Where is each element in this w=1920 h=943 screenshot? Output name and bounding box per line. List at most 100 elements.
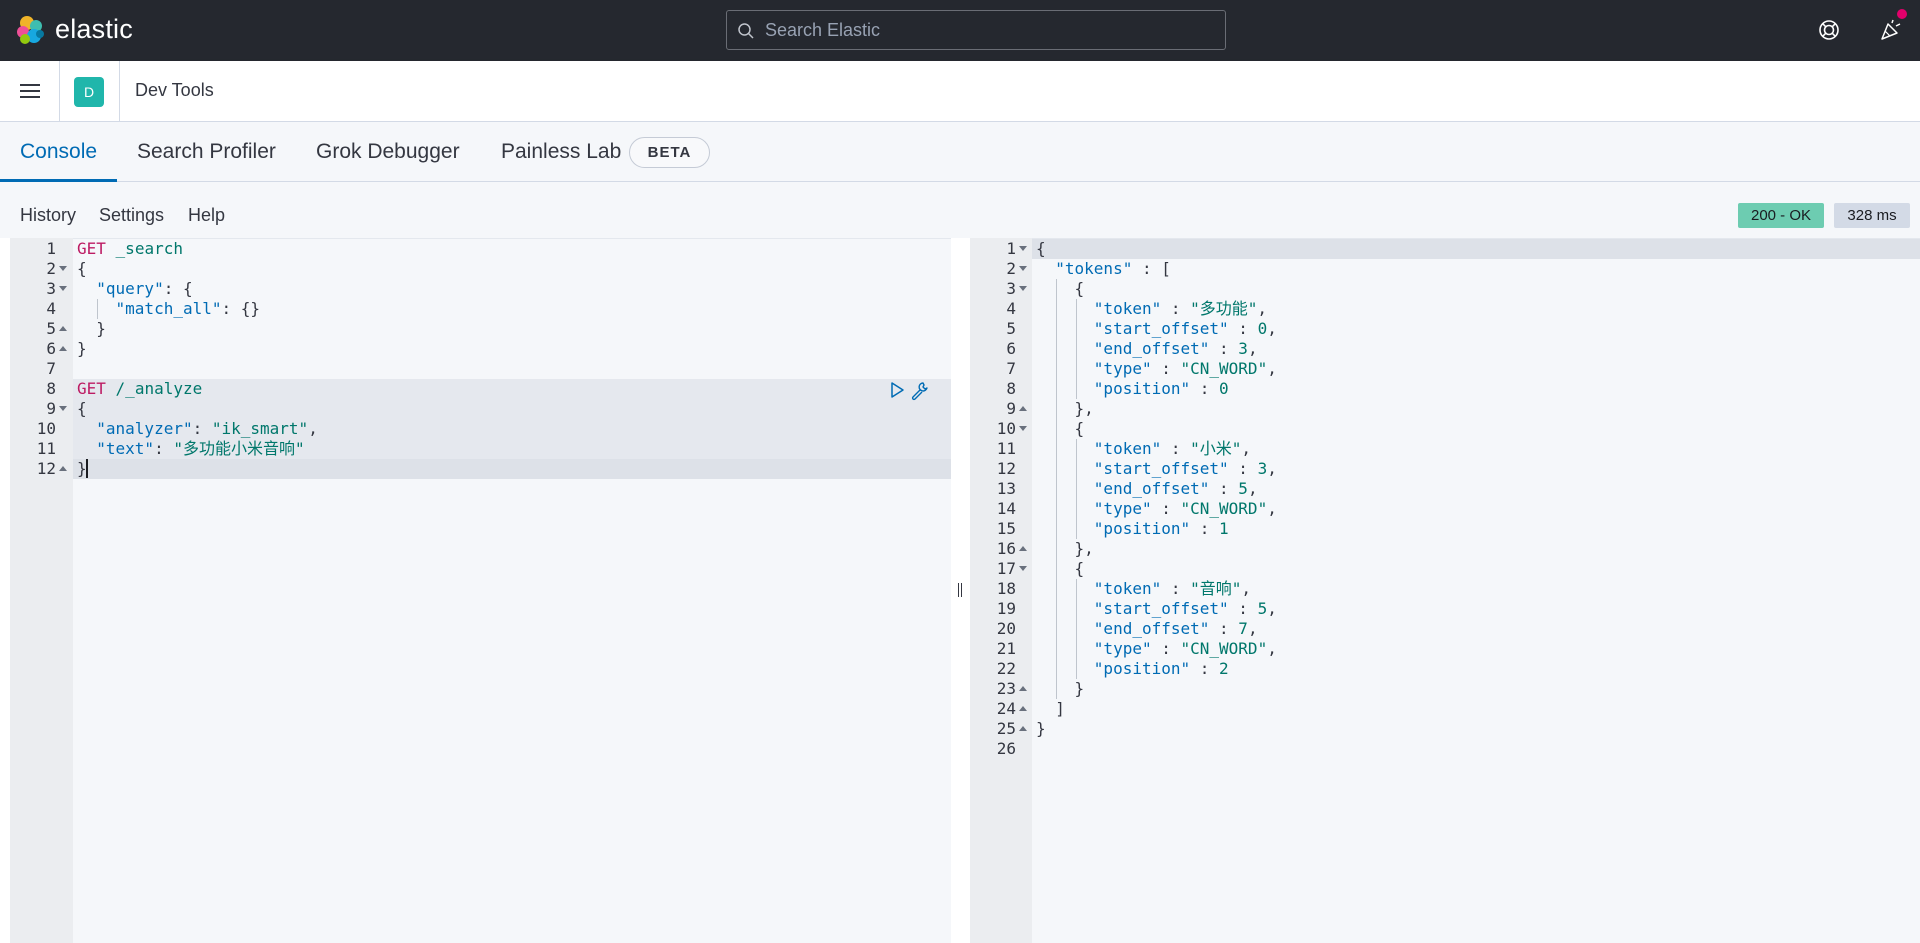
settings-link[interactable]: Settings [99, 182, 164, 238]
tab-console[interactable]: Console [20, 122, 97, 182]
fold-arrow-icon[interactable] [1019, 426, 1027, 431]
line-number: 1 [46, 239, 56, 258]
line-number: 5 [1006, 319, 1016, 338]
code-line[interactable]: "type" : "CN_WORD", [1036, 639, 1277, 659]
unfold-arrow-icon[interactable] [59, 326, 67, 331]
fold-arrow-icon[interactable] [1019, 566, 1027, 571]
space-selector[interactable]: D [60, 61, 120, 121]
unfold-arrow-icon[interactable] [1019, 686, 1027, 691]
line-number: 8 [46, 379, 56, 398]
code-line[interactable]: "text": "多功能小米音响" [77, 439, 304, 459]
search-input[interactable] [765, 11, 1205, 49]
code-line[interactable]: { [77, 399, 87, 419]
tab-grok-debugger[interactable]: Grok Debugger [316, 122, 460, 182]
fold-arrow-icon[interactable] [59, 406, 67, 411]
line-number: 4 [46, 299, 56, 318]
history-link[interactable]: History [20, 182, 76, 238]
code-line[interactable]: GET _search [77, 239, 183, 259]
devtools-tabs: Console Search Profiler Grok Debugger Pa… [0, 122, 1920, 182]
code-line[interactable]: "position" : 0 [1036, 379, 1229, 399]
line-number: 15 [996, 519, 1016, 538]
code-line[interactable]: "type" : "CN_WORD", [1036, 499, 1277, 519]
help-link[interactable]: Help [188, 182, 225, 238]
fold-arrow-icon[interactable] [59, 266, 67, 271]
unfold-arrow-icon[interactable] [1019, 726, 1027, 731]
code-line[interactable]: "match_all": {} [77, 299, 261, 319]
code-line[interactable]: "end_offset" : 7, [1036, 619, 1258, 639]
unfold-arrow-icon[interactable] [59, 346, 67, 351]
indent-guide [1076, 579, 1077, 679]
fold-arrow-icon[interactable] [1019, 266, 1027, 271]
code-line[interactable]: "end_offset" : 3, [1036, 339, 1258, 359]
code-line[interactable]: }, [1036, 399, 1094, 419]
line-highlight [1032, 239, 1920, 259]
unfold-arrow-icon[interactable] [59, 466, 67, 471]
resize-handle-icon[interactable] [956, 583, 964, 597]
code-line[interactable]: "token" : "音响", [1036, 579, 1251, 599]
indent-guide [97, 299, 98, 319]
menu-toggle-button[interactable] [0, 61, 60, 121]
line-number: 2 [46, 259, 56, 278]
global-header: elastic [0, 0, 1920, 61]
line-number: 7 [46, 359, 56, 378]
line-number: 16 [996, 539, 1016, 558]
line-number: 4 [1006, 299, 1016, 318]
line-number: 3 [46, 279, 56, 298]
code-line[interactable]: } [77, 319, 106, 339]
code-line[interactable]: "start_offset" : 0, [1036, 319, 1277, 339]
code-line[interactable]: ] [1036, 699, 1065, 719]
line-number: 6 [1006, 339, 1016, 358]
code-line[interactable]: { [77, 259, 87, 279]
code-line[interactable]: "position" : 2 [1036, 659, 1229, 679]
help-lifebuoy-icon[interactable] [1818, 19, 1840, 41]
code-line[interactable]: "start_offset" : 5, [1036, 599, 1277, 619]
line-highlight [73, 379, 951, 399]
line-number: 9 [1006, 399, 1016, 418]
line-highlight [73, 459, 951, 479]
tab-painless-lab[interactable]: Painless Lab [501, 122, 621, 182]
request-actions [888, 381, 928, 401]
fold-arrow-icon[interactable] [1019, 246, 1027, 251]
line-number: 11 [996, 439, 1016, 458]
global-search[interactable] [726, 10, 1226, 50]
code-line[interactable]: } [1036, 719, 1046, 739]
unfold-arrow-icon[interactable] [1019, 546, 1027, 551]
fold-arrow-icon[interactable] [1019, 286, 1027, 291]
elastic-logo-icon[interactable] [14, 14, 46, 46]
code-line[interactable]: { [1036, 279, 1085, 299]
newsfeed-cheer-icon[interactable] [1879, 18, 1903, 42]
line-number: 26 [996, 739, 1016, 758]
app-header: D Dev Tools [0, 61, 1920, 122]
brand-name[interactable]: elastic [55, 14, 133, 45]
code-line[interactable]: "position" : 1 [1036, 519, 1229, 539]
wrench-icon[interactable] [910, 381, 930, 401]
code-line[interactable]: "end_offset" : 5, [1036, 479, 1258, 499]
code-line[interactable]: { [1036, 239, 1046, 259]
code-line[interactable]: "token" : "小米", [1036, 439, 1251, 459]
line-number: 12 [996, 459, 1016, 478]
unfold-arrow-icon[interactable] [1019, 706, 1027, 711]
fold-arrow-icon[interactable] [59, 286, 67, 291]
line-number: 24 [996, 699, 1016, 718]
code-line[interactable]: "analyzer": "ik_smart", [77, 419, 318, 439]
line-number: 23 [996, 679, 1016, 698]
code-line[interactable]: { [1036, 419, 1085, 439]
request-editor[interactable] [10, 238, 951, 943]
line-number: 2 [1006, 259, 1016, 278]
tab-search-profiler[interactable]: Search Profiler [137, 122, 276, 182]
line-number: 6 [46, 339, 56, 358]
code-line[interactable]: }, [1036, 539, 1094, 559]
indent-guide [1076, 439, 1077, 539]
code-line[interactable]: "type" : "CN_WORD", [1036, 359, 1277, 379]
code-line[interactable]: "query": { [77, 279, 192, 299]
unfold-arrow-icon[interactable] [1019, 406, 1027, 411]
code-line[interactable]: } [1036, 679, 1085, 699]
code-line[interactable]: "start_offset" : 3, [1036, 459, 1277, 479]
code-line[interactable]: "tokens" : [ [1036, 259, 1171, 279]
code-line[interactable]: } [77, 339, 87, 359]
line-number: 20 [996, 619, 1016, 638]
code-line[interactable]: { [1036, 559, 1085, 579]
play-icon[interactable] [888, 381, 906, 399]
code-line[interactable]: GET /_analyze [77, 379, 202, 399]
code-line[interactable]: "token" : "多功能", [1036, 299, 1267, 319]
